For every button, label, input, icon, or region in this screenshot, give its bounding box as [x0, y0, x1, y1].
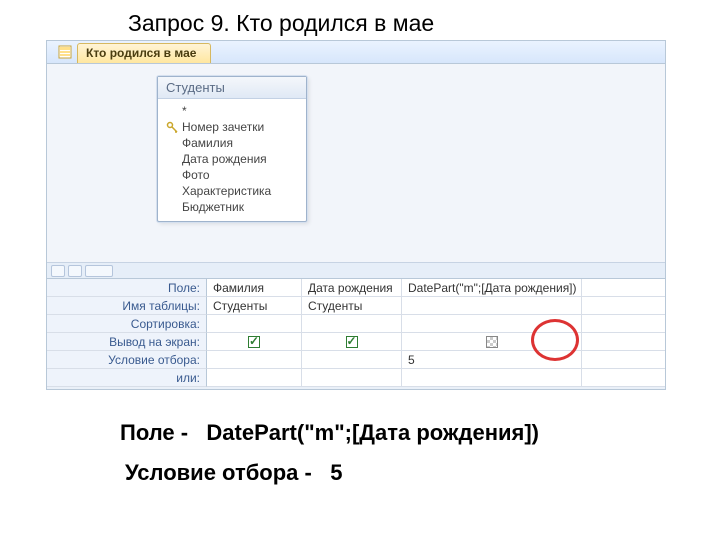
- qbe-cell[interactable]: 5: [402, 351, 582, 369]
- access-window: Кто родился в мае Студенты * Номер зачет…: [46, 40, 666, 390]
- field-icon: [166, 185, 178, 197]
- table-students[interactable]: Студенты * Номер зачетки Фамилия Дата рожд…: [157, 76, 307, 222]
- show-checkbox[interactable]: [346, 336, 358, 348]
- qbe-cell[interactable]: [302, 351, 402, 369]
- qbe-cell[interactable]: [302, 369, 402, 387]
- scroll-left-icon[interactable]: [51, 265, 65, 277]
- qbe-cell[interactable]: [402, 369, 582, 387]
- qbe-cell[interactable]: [582, 297, 666, 315]
- field-icon: [166, 201, 178, 213]
- qbe-cell[interactable]: [207, 315, 302, 333]
- field-label: Фамилия: [182, 136, 233, 150]
- show-checkbox[interactable]: [248, 336, 260, 348]
- qbe-cell[interactable]: [582, 315, 666, 333]
- qbe-cell[interactable]: [302, 315, 402, 333]
- qbe-cell[interactable]: [207, 369, 302, 387]
- qbe-cell[interactable]: [582, 369, 666, 387]
- qbe-cell[interactable]: Студенты: [302, 297, 402, 315]
- design-scrollbar[interactable]: [47, 262, 665, 278]
- query-icon: [57, 44, 73, 60]
- slide-title: Запрос 9. Кто родился в мае: [128, 10, 434, 37]
- field-label: Бюджетник: [182, 200, 244, 214]
- table-field[interactable]: Фото: [164, 167, 300, 183]
- qbe-cell[interactable]: Студенты: [207, 297, 302, 315]
- qbe-cell[interactable]: [402, 297, 582, 315]
- field-star[interactable]: *: [164, 103, 300, 119]
- qbe-cell[interactable]: Фамилия: [207, 279, 302, 297]
- table-field[interactable]: Номер зачетки: [164, 119, 300, 135]
- field-label: Характеристика: [182, 184, 271, 198]
- field-label: Фото: [182, 168, 210, 182]
- table-field[interactable]: Бюджетник: [164, 199, 300, 215]
- qbe-cell[interactable]: [207, 333, 302, 351]
- qbe-row-label-or: или:: [47, 369, 207, 387]
- qbe-row-label-show: Вывод на экран:: [47, 333, 207, 351]
- qbe-row-label-criteria: Условие отбора:: [47, 351, 207, 369]
- table-title: Студенты: [158, 77, 306, 99]
- table-field-list: * Номер зачетки Фамилия Дата рождения Фото Х…: [158, 99, 306, 221]
- qbe-cell[interactable]: [582, 333, 666, 351]
- field-icon: [166, 169, 178, 181]
- qbe-cell[interactable]: [402, 333, 582, 351]
- qbe-row-label-field: Поле:: [47, 279, 207, 297]
- tab-label: Кто родился в мае: [86, 46, 196, 60]
- scroll-right-icon[interactable]: [68, 265, 82, 277]
- document-tab[interactable]: Кто родился в мае: [77, 43, 211, 63]
- query-design-surface[interactable]: Студенты * Номер зачетки Фамилия Дата рожд…: [47, 64, 665, 279]
- qbe-cell[interactable]: [582, 279, 666, 297]
- qbe-cell[interactable]: DatePart("m";[Дата рождения]): [402, 279, 582, 297]
- table-field[interactable]: Фамилия: [164, 135, 300, 151]
- field-label: Номер зачетки: [182, 120, 264, 134]
- document-tab-bar: Кто родился в мае: [47, 41, 665, 64]
- qbe-cell[interactable]: [302, 333, 402, 351]
- field-icon: [166, 137, 178, 149]
- qbe-row-label-sort: Сортировка:: [47, 315, 207, 333]
- qbe-row-label-table: Имя таблицы:: [47, 297, 207, 315]
- show-checkbox[interactable]: [486, 336, 498, 348]
- qbe-cell[interactable]: [207, 351, 302, 369]
- caption-field: Поле - DatePart("m";[Дата рождения]): [120, 420, 539, 446]
- primary-key-icon: [166, 121, 178, 133]
- qbe-cell[interactable]: [582, 351, 666, 369]
- field-label: *: [182, 104, 187, 118]
- table-field[interactable]: Характеристика: [164, 183, 300, 199]
- qbe-cell[interactable]: Дата рождения: [302, 279, 402, 297]
- view-mode-icon[interactable]: [85, 265, 113, 277]
- qbe-cell[interactable]: [402, 315, 582, 333]
- field-label: Дата рождения: [182, 152, 267, 166]
- caption-criteria: Условие отбора - 5: [125, 460, 342, 486]
- field-icon: [166, 153, 178, 165]
- qbe-grid[interactable]: Поле:ФамилияДата рожденияDatePart("m";[Д…: [47, 279, 665, 387]
- table-field[interactable]: Дата рождения: [164, 151, 300, 167]
